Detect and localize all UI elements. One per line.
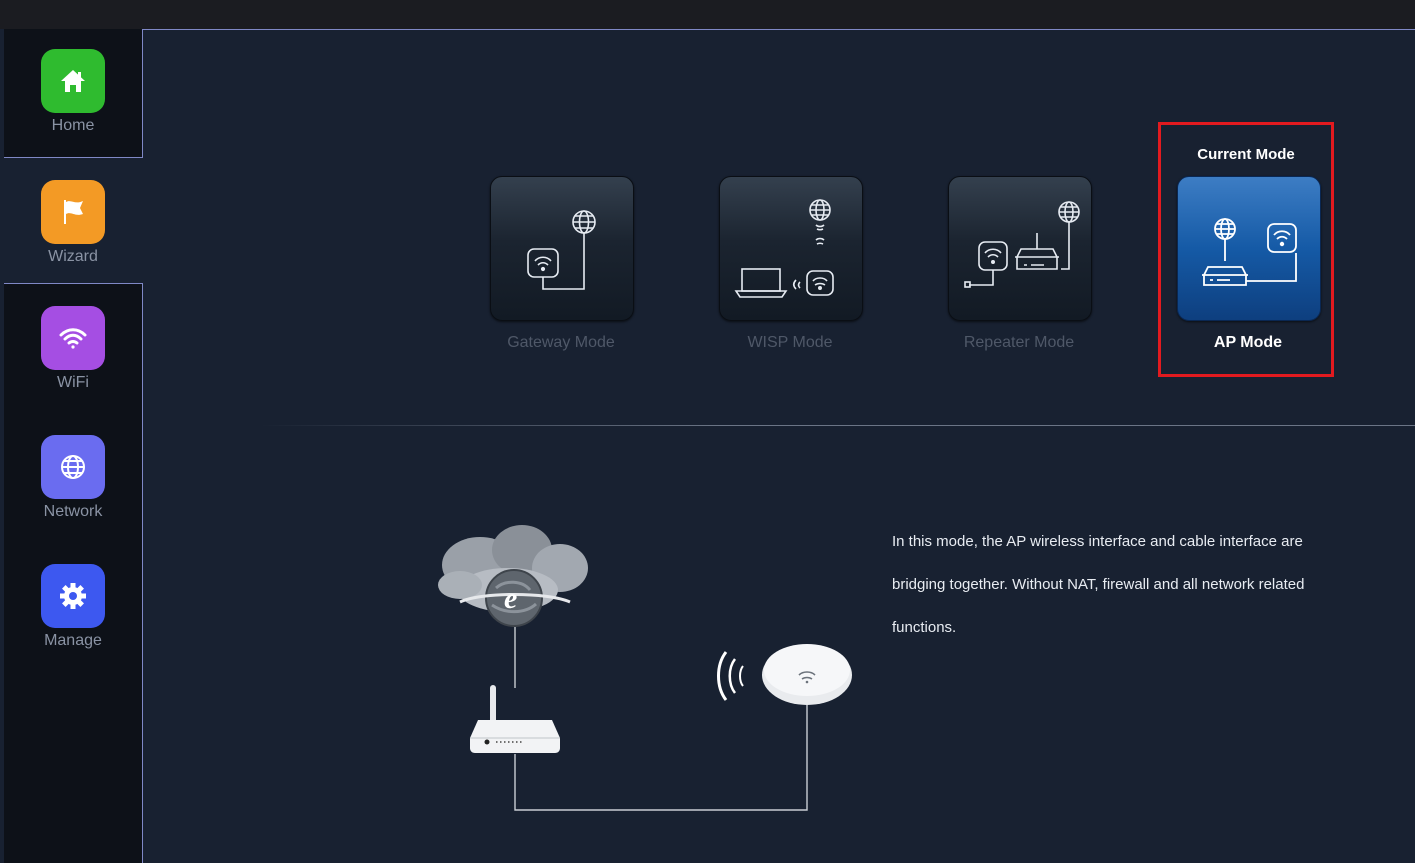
repeater-mode-label[interactable]: Repeater Mode — [929, 334, 1109, 352]
mode-description: In this mode, the AP wireless interface … — [892, 533, 1305, 636]
sidebar-item-label: WiFi — [57, 374, 89, 391]
svg-text:e: e — [504, 582, 517, 615]
sidebar-item-label: Wizard — [48, 248, 98, 265]
main-border — [142, 29, 1415, 30]
home-icon — [41, 49, 105, 113]
divider — [260, 425, 1415, 426]
sidebar-item-label: Home — [51, 117, 95, 134]
ceiling-ap-icon — [762, 644, 852, 705]
gateway-mode-card[interactable] — [490, 176, 634, 321]
flag-icon — [41, 180, 105, 244]
internet-cloud-icon: e — [438, 525, 588, 627]
wisp-mode-icon — [734, 199, 834, 298]
gear-icon — [41, 564, 105, 628]
sidebar-item-label: Network — [43, 503, 103, 520]
current-mode-title: Current Mode — [1197, 146, 1295, 163]
globe-icon — [41, 435, 105, 499]
router-icon — [470, 685, 560, 753]
gateway-mode-icon — [527, 210, 596, 290]
gateway-mode-label[interactable]: Gateway Mode — [471, 334, 651, 352]
sidebar-item-label: Manage — [44, 632, 102, 649]
ap-mode-icon — [1202, 218, 1297, 286]
wisp-mode-card[interactable] — [719, 176, 863, 321]
sidebar-item-manage[interactable]: Manage — [4, 564, 142, 650]
wisp-mode-label[interactable]: WISP Mode — [700, 334, 880, 352]
sidebar-item-network[interactable]: Network — [4, 435, 142, 521]
ap-mode-diagram: e — [438, 525, 852, 811]
sidebar-item-wifi[interactable]: WiFi — [4, 306, 142, 392]
sidebar-item-home[interactable]: Home — [4, 49, 142, 135]
ap-mode-card[interactable] — [1177, 176, 1321, 321]
repeater-mode-icon — [964, 201, 1080, 288]
wireless-signal-icon — [717, 651, 744, 701]
main-border — [142, 29, 143, 863]
ap-mode-label[interactable]: AP Mode — [1158, 334, 1338, 352]
repeater-mode-card[interactable] — [948, 176, 1092, 321]
sidebar-item-wizard[interactable]: Wizard — [4, 158, 142, 283]
sidebar: Home Wizard WiFi Network Manage — [4, 29, 142, 863]
wifi-icon — [41, 306, 105, 370]
top-bar — [0, 0, 1415, 29]
